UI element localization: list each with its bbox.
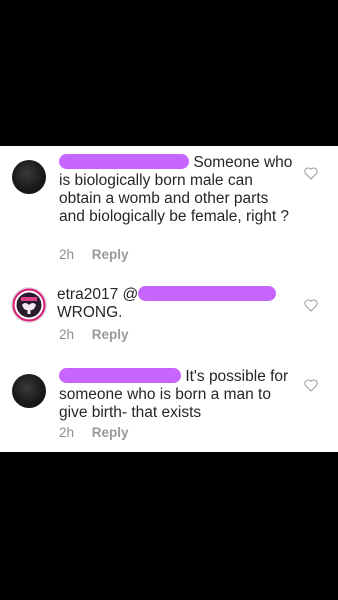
comment-body: WRONG.: [57, 304, 123, 321]
timestamp: 2h: [59, 327, 75, 342]
redacted-mention: [138, 286, 277, 301]
logo-avatar[interactable]: [12, 288, 46, 322]
heart-outline-icon[interactable]: [303, 298, 319, 312]
comment-meta: 2h Reply: [59, 425, 129, 440]
comment-text: etra2017 @ WRONG.: [57, 286, 293, 322]
reply-button[interactable]: Reply: [92, 327, 129, 342]
user-avatar[interactable]: [12, 160, 46, 194]
redacted-username: [59, 154, 189, 169]
logo-avatar-graphic: [12, 288, 46, 322]
reply-button[interactable]: Reply: [92, 247, 129, 262]
timestamp: 2h: [59, 425, 75, 440]
comment-meta: 2h Reply: [59, 327, 129, 342]
comment-text: It's possible for someone who is born a …: [59, 368, 295, 422]
timestamp: 2h: [59, 247, 75, 262]
heart-outline-icon[interactable]: [303, 378, 319, 392]
redacted-username: [59, 368, 181, 383]
user-avatar[interactable]: [12, 374, 46, 408]
comment-text: Someone who is biologically born male ca…: [59, 154, 295, 226]
reply-button[interactable]: Reply: [92, 425, 129, 440]
comment-meta: 2h Reply: [59, 247, 129, 262]
comments-panel: Someone who is biologically born male ca…: [0, 146, 338, 452]
mention-prefix: @: [122, 286, 139, 303]
heart-outline-icon[interactable]: [303, 166, 319, 180]
username[interactable]: etra2017: [57, 286, 118, 303]
